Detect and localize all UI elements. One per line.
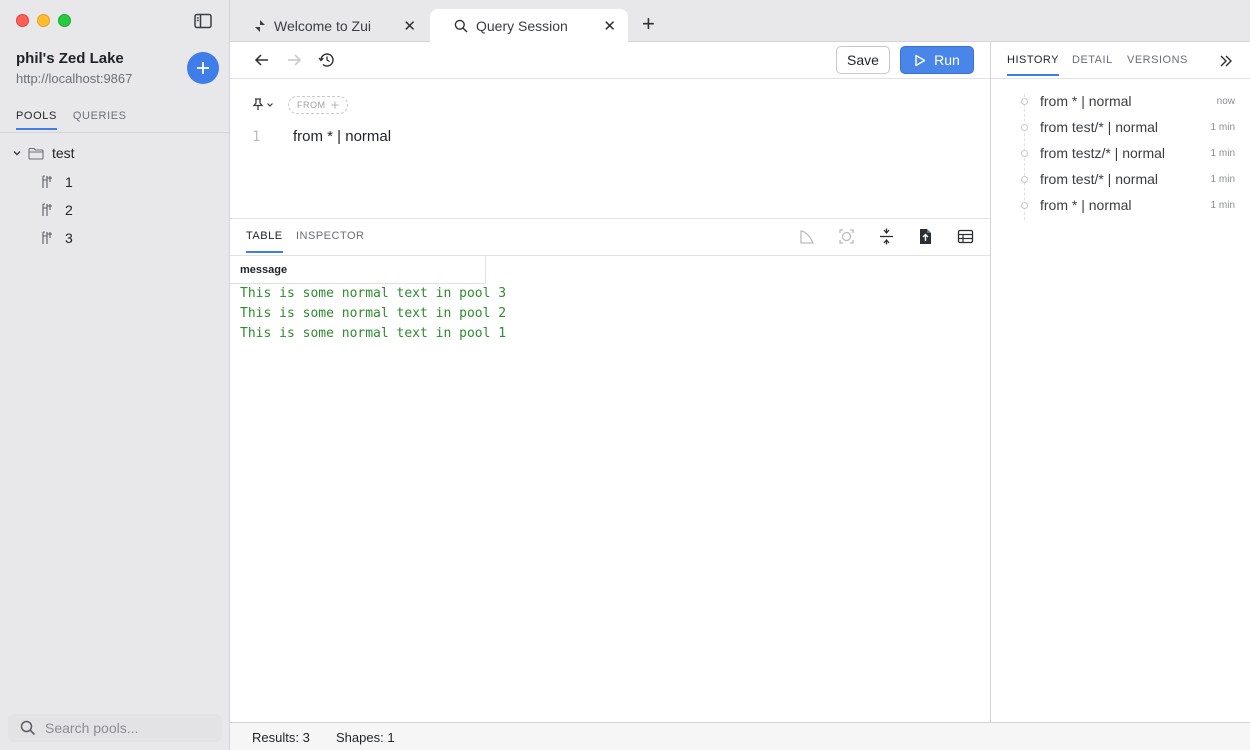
sidebar-toggle-icon[interactable] xyxy=(194,13,212,29)
add-pool-button[interactable] xyxy=(187,52,219,84)
lake-url: http://localhost:9867 xyxy=(16,71,133,86)
forward-arrow-icon[interactable] xyxy=(286,52,302,73)
pool-item-2[interactable]: 2 xyxy=(42,202,73,218)
sidebar-divider xyxy=(0,132,229,133)
table-row[interactable]: This is some normal text in pool 2 xyxy=(240,306,506,321)
back-arrow-icon[interactable] xyxy=(254,52,270,73)
from-pill-label: FROM xyxy=(297,100,326,110)
line-number: 1 xyxy=(252,129,261,145)
column-header-message[interactable]: message xyxy=(230,256,486,284)
table-row[interactable]: This is some normal text in pool 1 xyxy=(240,326,506,341)
history-dot-icon xyxy=(1021,124,1028,131)
query-code-line[interactable]: from * | normal xyxy=(293,128,391,145)
pool-item-label: 2 xyxy=(65,202,73,218)
pool-item-3[interactable]: 3 xyxy=(42,230,73,246)
results-toolbar: TABLE INSPECTOR xyxy=(230,219,990,256)
tab-strip: Welcome to Zui ✕ Query Session ✕ + xyxy=(230,0,1250,42)
history-dot-icon xyxy=(1021,150,1028,157)
pin-menu-button[interactable] xyxy=(252,98,274,111)
pool-icon xyxy=(42,175,52,188)
zoom-window-button[interactable] xyxy=(58,14,71,27)
columns-table-icon[interactable] xyxy=(957,228,974,250)
collapse-panel-icon[interactable] xyxy=(1219,54,1233,72)
tab-table[interactable]: TABLE xyxy=(246,230,283,253)
tab-detail[interactable]: DETAIL xyxy=(1072,54,1113,74)
plus-icon xyxy=(331,101,338,109)
pin-icon xyxy=(252,98,264,110)
plus-icon xyxy=(197,62,209,74)
close-tab-icon[interactable]: ✕ xyxy=(403,17,416,35)
history-query: from * | normal xyxy=(1040,93,1132,109)
history-clock-icon[interactable] xyxy=(318,52,335,73)
results-count: Results: 3 xyxy=(252,730,310,745)
history-item[interactable]: from * | normal now xyxy=(991,92,1250,112)
pool-folder-label: test xyxy=(52,145,75,161)
query-editor: FROM 1 from * | normal xyxy=(230,79,990,219)
history-item[interactable]: from testz/* | normal 1 min xyxy=(991,144,1250,164)
play-icon xyxy=(915,54,926,66)
search-pools-input[interactable] xyxy=(45,720,205,736)
history-dot-icon xyxy=(1021,98,1028,105)
history-query: from * | normal xyxy=(1040,197,1132,213)
history-item[interactable]: from * | normal 1 min xyxy=(991,196,1250,216)
search-icon xyxy=(454,19,468,33)
chevron-down-icon xyxy=(267,102,273,107)
history-query: from test/* | normal xyxy=(1040,171,1159,187)
right-panel: HISTORY DETAIL VERSIONS from * | normal … xyxy=(990,42,1250,722)
expand-icon[interactable] xyxy=(838,228,855,250)
window-controls xyxy=(16,14,71,27)
pool-folder-test[interactable]: test xyxy=(12,145,75,161)
tab-label: Query Session xyxy=(476,17,568,34)
history-time: 1 min xyxy=(1210,122,1235,133)
pool-item-label: 1 xyxy=(65,174,73,190)
minimize-window-button[interactable] xyxy=(37,14,50,27)
zui-logo-icon xyxy=(255,19,265,32)
close-tab-icon[interactable]: ✕ xyxy=(603,17,616,35)
tab-pools[interactable]: POOLS xyxy=(16,110,57,130)
panel-divider xyxy=(991,78,1250,79)
history-item[interactable]: from test/* | normal 1 min xyxy=(991,118,1250,138)
history-dot-icon xyxy=(1021,202,1028,209)
history-time: now xyxy=(1216,96,1235,107)
search-icon xyxy=(20,720,36,736)
search-pools-box xyxy=(8,714,222,742)
save-button[interactable]: Save xyxy=(836,46,890,74)
shapes-count: Shapes: 1 xyxy=(336,730,395,745)
sidebar-tabs: POOLS QUERIES xyxy=(16,110,127,130)
collapse-rows-icon[interactable] xyxy=(878,228,895,250)
close-window-button[interactable] xyxy=(16,14,29,27)
tab-versions[interactable]: VERSIONS xyxy=(1127,54,1188,74)
tab-inspector[interactable]: INSPECTOR xyxy=(296,230,364,251)
history-query: from test/* | normal xyxy=(1040,119,1159,135)
table-row[interactable]: This is some normal text in pool 3 xyxy=(240,286,506,301)
pool-icon xyxy=(42,203,52,216)
history-time: 1 min xyxy=(1210,148,1235,159)
pool-icon xyxy=(42,231,52,244)
history-item[interactable]: from test/* | normal 1 min xyxy=(991,170,1250,190)
lake-name[interactable]: phil's Zed Lake xyxy=(16,50,124,67)
sidebar: phil's Zed Lake http://localhost:9867 PO… xyxy=(0,0,230,750)
new-tab-button[interactable]: + xyxy=(642,13,655,35)
pool-item-1[interactable]: 1 xyxy=(42,174,73,190)
chevron-down-icon[interactable] xyxy=(12,148,22,158)
run-button-label: Run xyxy=(934,52,960,68)
tab-label: Welcome to Zui xyxy=(274,17,371,34)
tab-query-session[interactable]: Query Session ✕ xyxy=(430,9,628,42)
status-bar: Results: 3 Shapes: 1 xyxy=(230,722,1250,750)
tab-history[interactable]: HISTORY xyxy=(1007,54,1059,76)
history-time: 1 min xyxy=(1210,174,1235,185)
tab-queries[interactable]: QUERIES xyxy=(73,110,127,130)
tab-welcome[interactable]: Welcome to Zui ✕ xyxy=(230,9,428,42)
query-toolbar: Save Run xyxy=(230,42,990,79)
shape-icon[interactable] xyxy=(798,228,815,250)
history-dot-icon xyxy=(1021,176,1028,183)
export-file-icon[interactable] xyxy=(918,228,933,250)
folder-icon xyxy=(28,147,44,160)
from-pin-pill[interactable]: FROM xyxy=(288,96,348,114)
history-query: from testz/* | normal xyxy=(1040,145,1166,161)
run-button[interactable]: Run xyxy=(900,46,974,74)
pool-item-label: 3 xyxy=(65,230,73,246)
history-time: 1 min xyxy=(1210,200,1235,211)
